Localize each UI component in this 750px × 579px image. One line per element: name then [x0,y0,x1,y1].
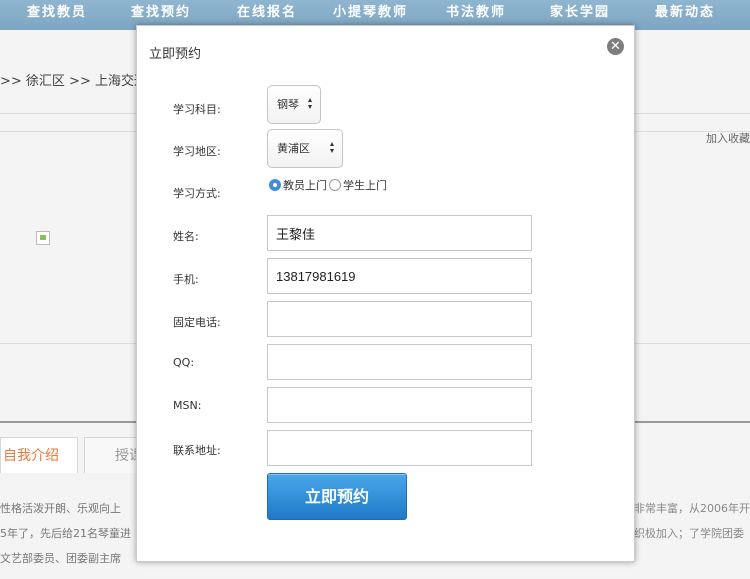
msn-label: MSN: [173,399,202,412]
bio-line: 文艺部委员、团委副主席 [0,552,121,565]
phone-label: 固定电话: [173,316,221,329]
tab-self-intro[interactable]: 自我介绍 [0,437,78,473]
radio-label-student-visits[interactable]: 学生上门 [343,179,387,192]
bio-line: 5年了，先后给21名琴童进 [0,527,131,540]
mobile-input[interactable] [267,258,532,294]
book-now-button[interactable]: 立即预约 [267,473,407,520]
address-input[interactable] [267,430,532,466]
name-label: 姓名: [173,230,199,243]
mode-label: 学习方式: [173,187,221,200]
address-label: 联系地址: [173,444,221,457]
qq-input[interactable] [267,344,532,380]
radio-label-teacher-visits[interactable]: 教员上门 [283,179,327,192]
close-icon[interactable]: ✕ [607,38,624,55]
subject-select-value: 钢琴 [277,98,299,111]
bio-line: 非常丰富，从2006年开 [634,502,750,515]
select-arrows-icon [308,98,313,110]
phone-input[interactable] [267,301,532,337]
radio-teacher-visits[interactable] [269,179,281,191]
district-label: 学习地区: [173,145,221,158]
mode-radio-group: 教员上门 学生上门 [269,177,387,193]
bio-line: 性格活泼开朗、乐观向上 [0,502,121,515]
booking-modal: 立即预约 ✕ 学习科目: 钢琴 学习地区: 黄浦区 学习方式: 教员上门 学生上门… [136,25,635,562]
name-input[interactable] [267,215,532,251]
select-arrows-icon [330,142,335,154]
bio-text-left: 性格活泼开朗、乐观向上 5年了，先后给21名琴童进 文艺部委员、团委副主席 [0,496,140,571]
nav-find-teacher[interactable]: 查找教员 [27,0,87,30]
broken-image-icon [36,231,50,245]
qq-label: QQ: [173,356,195,369]
subject-label: 学习科目: [173,103,221,116]
nav-latest-news[interactable]: 最新动态 [655,0,715,30]
msn-input[interactable] [267,387,532,423]
district-select[interactable]: 黄浦区 [267,129,343,168]
radio-student-visits[interactable] [329,179,341,191]
bio-line: 织极加入；了学院团委 [634,527,744,540]
add-favorite-link[interactable]: 加入收藏 [706,130,750,146]
tab-teaching[interactable]: 授课 [84,437,138,473]
subject-select[interactable]: 钢琴 [267,85,321,124]
bio-text-right: 非常丰富，从2006年开 织极加入；了学院团委 [634,496,750,546]
modal-title: 立即预约 [149,47,202,62]
mobile-label: 手机: [173,273,199,286]
district-select-value: 黄浦区 [277,142,310,155]
